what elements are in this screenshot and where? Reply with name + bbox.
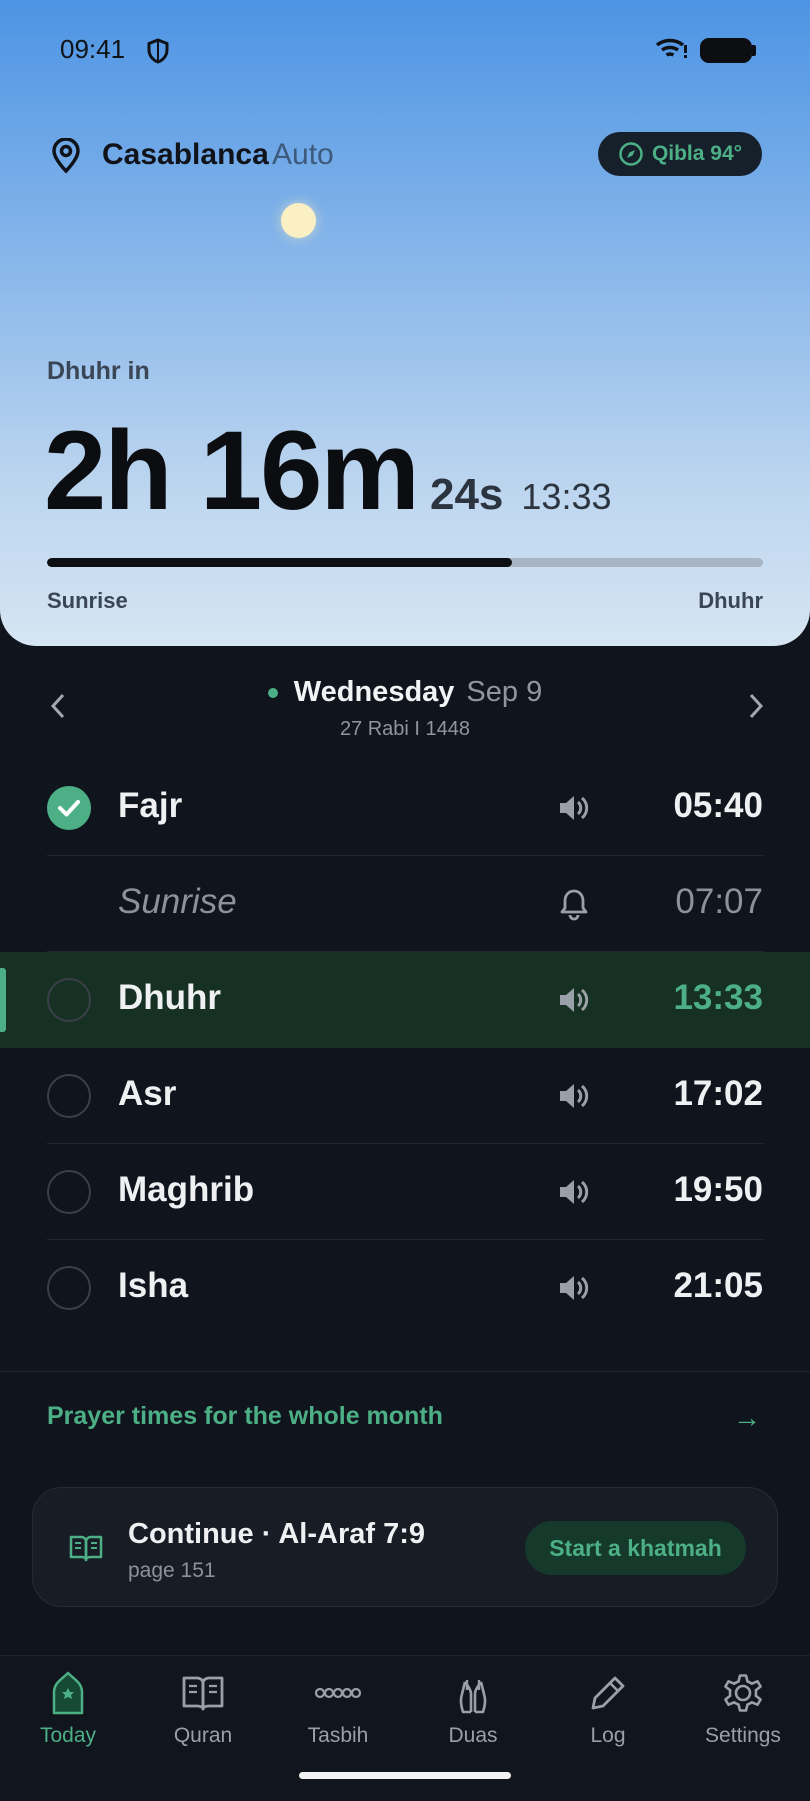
prayer-time: 17:02 — [673, 1074, 763, 1113]
prayer-name: Asr — [118, 1074, 177, 1113]
wifi-icon — [655, 38, 687, 58]
book-icon — [182, 1676, 224, 1711]
tab-label: Quran — [173, 1724, 233, 1747]
section-divider — [0, 1371, 810, 1372]
tab-label: Settings — [705, 1724, 781, 1747]
status-time: 09:41 — [60, 34, 126, 64]
today-dot — [267, 687, 278, 698]
tab-tasbih[interactable]: Tasbih — [278, 1670, 398, 1748]
beads-icon — [315, 1687, 361, 1699]
date-header: Wednesday Sep 9 — [0, 676, 810, 709]
prayer-list: Fajr 05:40 Sunrise 07:07 Dhuhr 13:33 Asr — [0, 760, 810, 1336]
continue-page: page 151 — [128, 1559, 216, 1582]
check-empty-icon[interactable] — [47, 1074, 91, 1118]
speaker-icon[interactable] — [556, 1078, 592, 1114]
speaker-icon[interactable] — [556, 1174, 592, 1210]
prayer-name: Dhuhr — [118, 978, 222, 1017]
prayer-name: Maghrib — [118, 1170, 255, 1209]
countdown-seconds: 24s — [429, 470, 504, 519]
progress-bar — [47, 558, 763, 567]
prayer-time: 05:40 — [673, 786, 763, 825]
prayer-row-fajr[interactable]: Fajr 05:40 — [0, 760, 810, 856]
city-name[interactable]: Casablanca — [102, 138, 269, 172]
hands-icon — [459, 1680, 487, 1714]
next-prayer-label: Dhuhr in — [47, 357, 150, 385]
pencil-icon — [591, 1676, 625, 1710]
sun-icon — [281, 203, 316, 238]
weekday: Wednesday — [293, 676, 455, 708]
speaker-icon[interactable] — [556, 982, 592, 1018]
location-pin-icon[interactable] — [50, 138, 82, 174]
countdown-main: 2h 16m — [44, 408, 420, 533]
prayer-name: Fajr — [118, 786, 183, 825]
prayer-row-maghrib[interactable]: Maghrib 19:50 — [0, 1144, 810, 1240]
tab-settings[interactable]: Settings — [683, 1670, 803, 1748]
compass-icon — [619, 142, 643, 166]
prayer-time: 21:05 — [673, 1266, 763, 1305]
check-empty-icon[interactable] — [47, 1170, 91, 1214]
open-book-icon — [69, 1535, 103, 1562]
hijri-date: 27 Rabi I 1448 — [339, 718, 471, 740]
prayer-name: Sunrise — [118, 882, 237, 921]
qibla-button[interactable]: Qibla 94° — [598, 132, 762, 176]
tab-label: Duas — [448, 1724, 498, 1747]
progress-end-label: Dhuhr — [698, 588, 763, 613]
hero-panel — [0, 0, 810, 646]
home-indicator — [299, 1772, 511, 1779]
month-times-link[interactable]: Prayer times for the whole month — [47, 1402, 443, 1431]
prayer-row-asr[interactable]: Asr 17:02 — [0, 1048, 810, 1144]
battery-icon — [700, 38, 752, 63]
gear-icon — [724, 1674, 762, 1712]
check-done-icon[interactable] — [47, 786, 91, 830]
tab-label: Log — [590, 1724, 626, 1747]
check-empty-icon[interactable] — [47, 1266, 91, 1310]
prayer-row-sunrise[interactable]: Sunrise 07:07 — [0, 856, 810, 952]
prayer-row-isha[interactable]: Isha 21:05 — [0, 1240, 810, 1336]
gregorian-date: Sep 9 — [466, 676, 543, 708]
active-accent — [0, 968, 6, 1032]
prayer-time: 13:33 — [673, 978, 763, 1017]
tab-log[interactable]: Log — [548, 1670, 668, 1748]
prayer-time: 07:07 — [675, 882, 763, 921]
speaker-icon[interactable] — [556, 790, 592, 826]
tab-quran[interactable]: Quran — [143, 1670, 263, 1748]
bell-icon[interactable] — [556, 886, 592, 922]
speaker-icon[interactable] — [556, 1270, 592, 1306]
battery-tip — [752, 45, 756, 56]
arrow-right-icon[interactable]: → — [733, 1402, 761, 1434]
location-mode[interactable]: Auto — [272, 138, 334, 172]
prayer-time: 19:50 — [673, 1170, 763, 1209]
mosque-icon — [52, 1671, 84, 1715]
prayer-row-dhuhr[interactable]: Dhuhr 13:33 — [0, 952, 810, 1048]
progress-start-label: Sunrise — [47, 588, 128, 613]
tab-label: Today — [39, 1724, 97, 1747]
continue-title: Continue · Al-Araf 7:9 — [128, 1518, 425, 1550]
progress-fill — [47, 558, 513, 567]
check-empty-icon[interactable] — [47, 978, 91, 1022]
prayer-name: Isha — [118, 1266, 189, 1305]
tab-duas[interactable]: Duas — [413, 1670, 533, 1748]
tab-label: Tasbih — [307, 1724, 369, 1747]
chevron-right-icon[interactable] — [742, 688, 770, 724]
qibla-label: Qibla 94° — [651, 142, 743, 165]
next-prayer-time: 13:33 — [521, 476, 612, 517]
shield-icon — [147, 38, 169, 64]
tab-today[interactable]: Today — [8, 1670, 128, 1748]
countdown: 2h 16m 24s 13:33 — [44, 406, 612, 535]
start-khatmah-button[interactable]: Start a khatmah — [525, 1521, 746, 1575]
